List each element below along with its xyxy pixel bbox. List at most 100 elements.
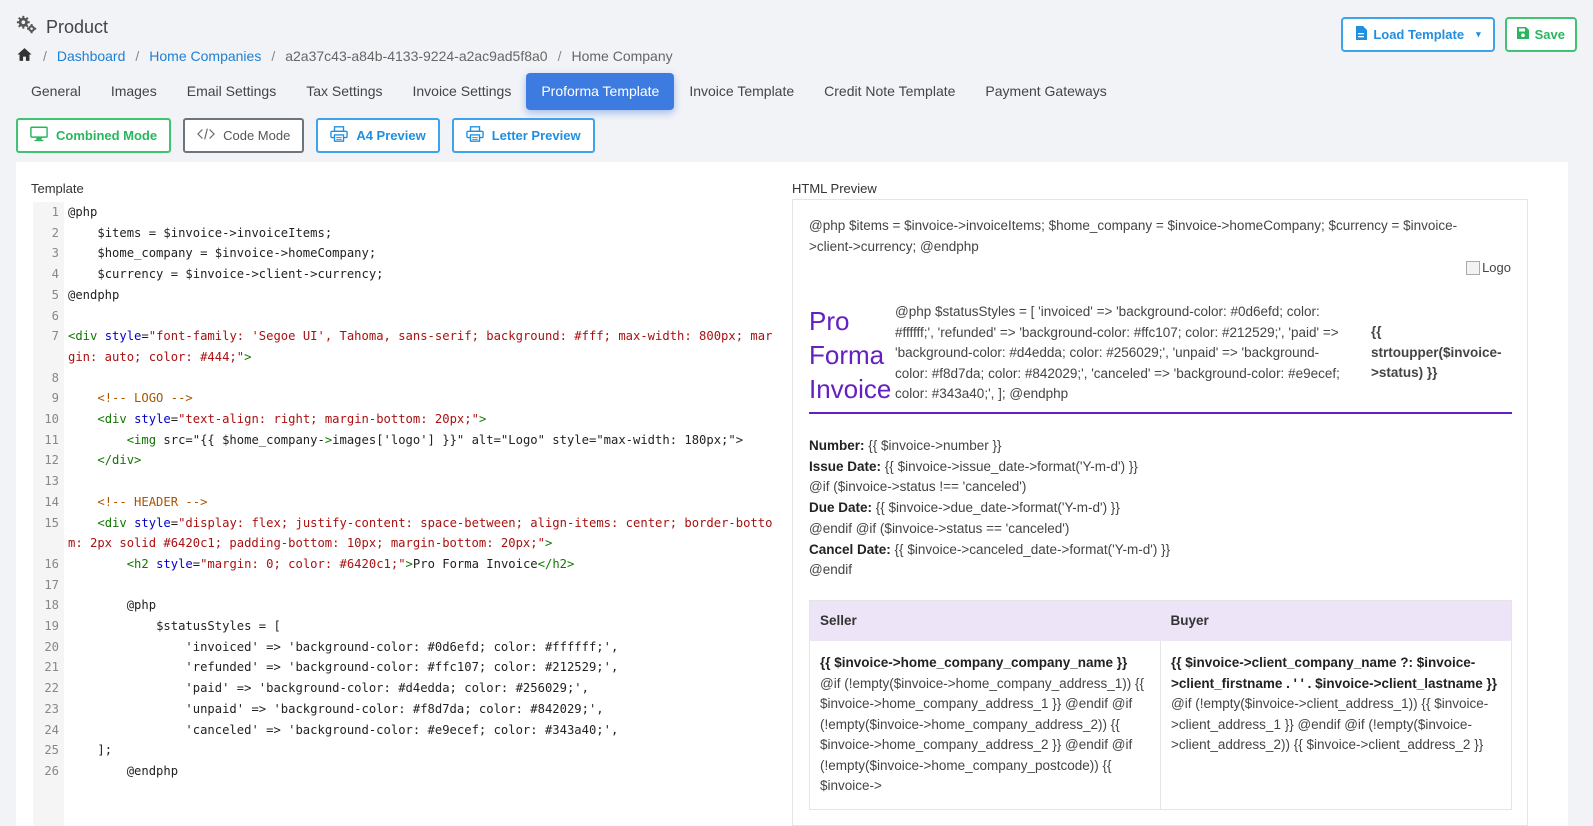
code-text: 'canceled' => 'background-color: #e9ecef… (68, 722, 619, 737)
tab-credit-note-template[interactable]: Credit Note Template (809, 73, 970, 110)
code-text: ]; (68, 743, 113, 758)
code-line: 4 $currency = $invoice->client->currency… (33, 264, 777, 285)
line-number: 13 (44, 474, 59, 489)
preview-cancel-row: Cancel Date: {{ $invoice->canceled_date-… (809, 541, 1171, 557)
code-text: @endphp (68, 763, 179, 778)
editor-panel: Template HTML Preview 1 @php 2 $items = $i… (16, 162, 1568, 826)
line-number: 7 (51, 329, 59, 344)
buyer-cell: {{ $invoice->client_company_name ?: $inv… (1160, 641, 1511, 809)
preview-invoice-header: Pro Forma Invoice @php $statusStyles = [… (809, 298, 1512, 414)
line-number: 14 (44, 494, 59, 509)
line-number: 25 (44, 743, 59, 758)
line-number: 16 (44, 556, 59, 571)
preview-party-table: Seller Buyer {{ $invoice->home_company_c… (809, 600, 1512, 810)
code-line: 21 'refunded' => 'background-color: #ffc… (33, 657, 777, 678)
code-text: <!-- HEADER --> (68, 494, 208, 509)
code-text: $home_company = $invoice->homeCompany; (68, 246, 377, 261)
line-number: 24 (44, 722, 59, 737)
preview-due-row: Due Date: {{ $invoice->due_date->format(… (809, 500, 1120, 516)
code-line: 11 <img src="{{ $home_company->images['l… (33, 430, 777, 451)
code-text: <img src="{{ $home_company->images['logo… (126, 432, 744, 447)
preview-status-styles: @php $statusStyles = [ 'invoiced' => 'ba… (895, 304, 1340, 401)
code-line: 24 'canceled' => 'background-color: #e9e… (33, 720, 777, 741)
gears-icon (16, 14, 38, 41)
preview-endif-if-row: @endif @if ($invoice->status == 'cancele… (809, 520, 1070, 536)
line-number: 19 (44, 619, 59, 634)
home-icon[interactable] (16, 46, 33, 66)
a4-preview-button[interactable]: A4 Preview (316, 118, 440, 153)
code-lines: 1 @php 2 $items = $invoice->invoiceItems; 3… (33, 202, 777, 782)
code-text: @php (68, 598, 157, 613)
line-number: 8 (51, 370, 59, 385)
tab-images[interactable]: Images (96, 73, 172, 110)
tab-invoice-settings[interactable]: Invoice Settings (397, 73, 526, 110)
line-number: 9 (51, 391, 59, 406)
tab-proforma-template[interactable]: Proforma Template (526, 73, 675, 110)
tab-general[interactable]: General (16, 73, 96, 110)
template-label: Template (31, 181, 84, 196)
line-number: 2 (51, 225, 59, 240)
breadcrumb-dashboard-link[interactable]: Dashboard (57, 48, 126, 64)
code-editor[interactable]: 1 @php 2 $items = $invoice->invoiceItems; 3… (33, 202, 777, 826)
code-mode-button[interactable]: Code Mode (183, 118, 305, 153)
file-icon (1355, 26, 1368, 43)
code-text: <!-- LOGO --> (68, 391, 193, 406)
code-icon (197, 125, 216, 146)
page-header: Product / Dashboard / Home Companies / a… (0, 0, 1593, 70)
letter-preview-button[interactable]: Letter Preview (451, 118, 595, 153)
breadcrumb-separator: / (557, 48, 562, 64)
code-line: 7 <div style="font-family: 'Segoe UI', Ta… (33, 326, 777, 367)
breadcrumb-home-companies-link[interactable]: Home Companies (149, 48, 261, 64)
line-number: 11 (44, 432, 59, 447)
line-number: 4 (51, 267, 59, 282)
code-text: $currency = $invoice->client->currency; (68, 267, 384, 282)
line-number: 15 (44, 515, 59, 530)
html-preview-label: HTML Preview (792, 181, 877, 196)
tab-invoice-template[interactable]: Invoice Template (674, 73, 809, 110)
breadcrumb-separator: / (271, 48, 276, 64)
top-actions: Load Template ▾ Save (1341, 17, 1577, 52)
breadcrumb-current: Home Company (571, 48, 673, 64)
line-number: 20 (44, 639, 59, 654)
load-template-button[interactable]: Load Template ▾ (1341, 17, 1495, 52)
caret-down-icon: ▾ (1476, 29, 1481, 39)
code-line: 26 @endphp (33, 761, 777, 782)
letter-preview-label: Letter Preview (491, 128, 581, 143)
preview-invoice-meta: Number: {{ $invoice->number }} Issue Dat… (809, 436, 1170, 581)
load-template-label: Load Template (1373, 27, 1465, 42)
combined-mode-button[interactable]: Combined Mode (16, 118, 172, 153)
buyer-name: {{ $invoice->client_company_name ?: $inv… (1171, 655, 1498, 691)
preview-if-row: @if ($invoice->status !== 'canceled') (809, 479, 1027, 495)
code-line: 12 </div> (33, 450, 777, 471)
buyer-header: Buyer (1170, 613, 1209, 628)
code-line: 17 (33, 575, 777, 596)
printer-icon (465, 125, 484, 146)
tab-email-settings[interactable]: Email Settings (172, 73, 291, 110)
preview-logo-alt: Logo (1482, 260, 1511, 275)
tab-payment-gateways[interactable]: Payment Gateways (970, 73, 1121, 110)
code-line: 15 <div style="display: flex; justify-co… (33, 513, 777, 554)
page-title: Product (46, 17, 109, 37)
line-number: 12 (44, 453, 59, 468)
tab-tax-settings[interactable]: Tax Settings (291, 73, 397, 110)
line-number: 18 (44, 598, 59, 613)
preview-endif-row: @endif (809, 562, 852, 578)
code-line: 22 'paid' => 'background-color: #d4edda;… (33, 678, 777, 699)
preview-party-table-body: {{ $invoice->home_company_company_name }… (810, 641, 1511, 809)
code-line: 10 <div style="text-align: right; margin… (33, 409, 777, 430)
preview-status-badge: {{ strtoupper($invoice->status) }} (1371, 324, 1502, 380)
code-text: 'refunded' => 'background-color: #ffc107… (68, 660, 619, 675)
code-line: 18 @php (33, 595, 777, 616)
breadcrumb-separator: / (135, 48, 140, 64)
breadcrumb-record-id: a2a37c43-a84b-4133-9224-a2ac9ad5f8a0 (285, 48, 548, 64)
save-label: Save (1534, 27, 1565, 42)
code-line: 3 $home_company = $invoice->homeCompany; (33, 243, 777, 264)
preview-php-block: @php $items = $invoice->invoiceItems; $h… (809, 218, 1458, 254)
code-line: 20 'invoiced' => 'background-color: #0d6… (33, 637, 777, 658)
line-number: 10 (44, 412, 59, 427)
code-text: @endphp (68, 287, 120, 302)
seller-name: {{ $invoice->home_company_company_name }… (820, 655, 1128, 670)
save-button[interactable]: Save (1504, 17, 1577, 52)
